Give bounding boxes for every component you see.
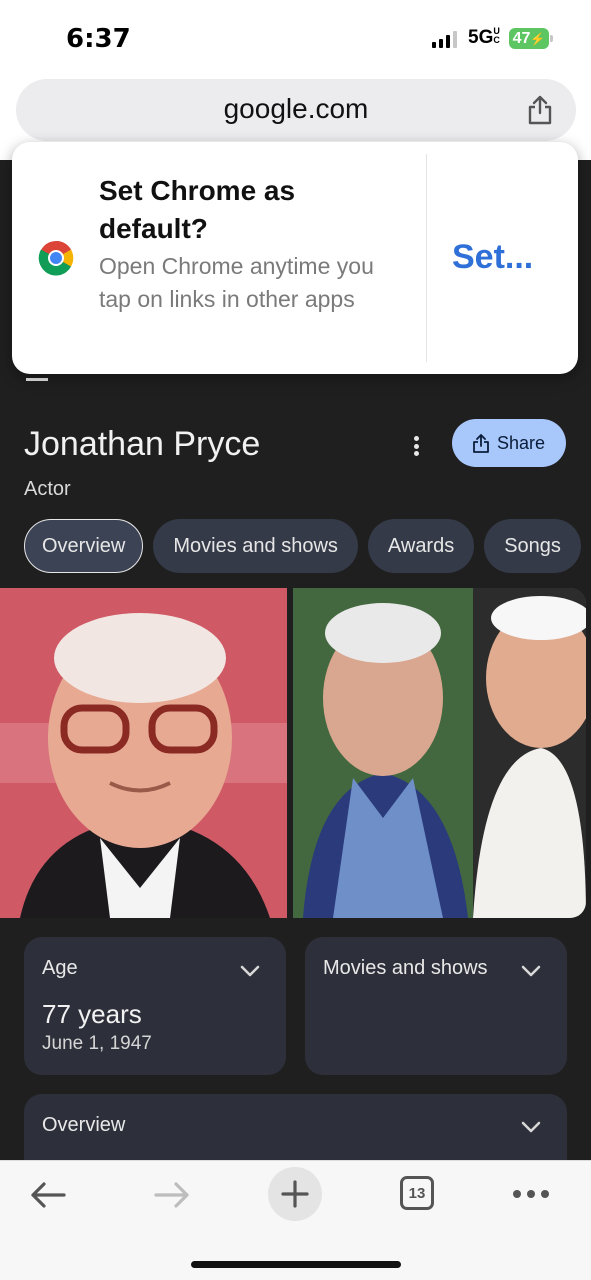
share-icon[interactable] [526,95,554,125]
status-bar: 6:37 5GUC 47 ⚡ [0,0,591,70]
age-card[interactable]: Age 77 years June 1, 1947 [24,937,286,1075]
entity-subtitle: Actor [24,478,71,500]
url-domain[interactable]: google.com [16,93,576,125]
network-type-super: UC [493,26,500,45]
back-arrow-icon[interactable] [30,1181,66,1209]
tab-switcher-button[interactable]: 13 [400,1176,434,1210]
tab-overview[interactable]: Overview [24,519,144,573]
set-default-browser-dialog: Set Chrome as default? Open Chrome anyti… [12,142,578,374]
group-photo-illustration [293,588,586,918]
portrait-photo-illustration [0,588,287,918]
home-indicator[interactable] [191,1261,401,1268]
network-type: 5GUC [468,26,500,49]
cellular-signal-icon [432,30,457,48]
dialog-description: Open Chrome anytime you tap on links in … [99,253,374,312]
forward-arrow-icon[interactable] [154,1181,190,1209]
more-menu-icon[interactable] [512,1189,550,1199]
birth-date: June 1, 1947 [42,1033,152,1054]
movies-card[interactable]: Movies and shows [305,937,567,1075]
menu-line [26,378,48,381]
portrait-image[interactable] [0,588,287,918]
overview-card-label: Overview [42,1114,126,1136]
battery-level: 47 [512,29,531,47]
tab-bar: Overview Movies and shows Awards Songs [24,519,581,573]
age-value: 77 years [42,999,142,1029]
entity-name: Jonathan Pryce [24,425,261,463]
share-icon [473,433,489,453]
movies-card-label: Movies and shows [323,957,488,979]
chevron-down-icon [240,965,260,977]
chevron-down-icon [521,965,541,977]
new-tab-button[interactable] [268,1167,322,1221]
dialog-divider [426,154,427,362]
status-time: 6:37 [66,24,131,54]
address-bar[interactable]: google.com [16,79,576,141]
share-button[interactable]: Share [452,419,566,467]
plus-icon [281,1180,309,1208]
set-default-button[interactable]: Set... [452,238,533,277]
tab-awards[interactable]: Awards [367,519,475,573]
chrome-logo-icon [38,240,74,276]
share-button-label: Share [496,432,546,453]
chevron-down-icon [521,1121,541,1133]
tab-count: 13 [400,1176,434,1210]
tab-songs[interactable]: Songs [484,519,581,573]
age-card-label: Age [42,957,78,979]
battery-icon: 47 ⚡ [509,28,553,49]
group-photo-image[interactable] [293,588,586,918]
tab-movies-and-shows[interactable]: Movies and shows [153,519,358,573]
dialog-title: Set Chrome as default? [99,175,296,244]
more-options-icon[interactable] [408,432,424,460]
